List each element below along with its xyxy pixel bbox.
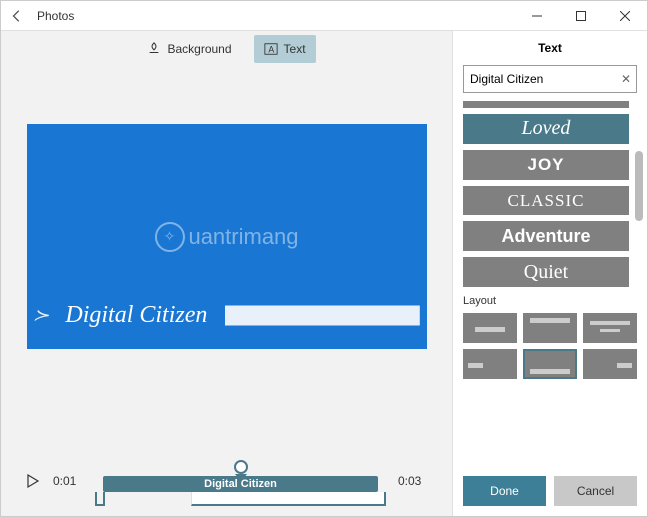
time-start: 0:01 [53, 474, 83, 488]
play-button[interactable] [25, 473, 41, 489]
video-preview[interactable]: ✧uantrimang ≻ Digital Citizen ≻ [27, 124, 427, 349]
background-icon [147, 42, 161, 56]
style-option-classic[interactable]: CLASSIC [463, 186, 629, 216]
titlebar: Photos [1, 1, 647, 31]
svg-text:A: A [268, 45, 274, 55]
clear-input-icon[interactable]: ✕ [621, 72, 631, 86]
panel-title: Text [453, 31, 647, 65]
playhead[interactable] [234, 460, 248, 474]
cancel-button[interactable]: Cancel [554, 476, 637, 506]
time-end: 0:03 [398, 474, 428, 488]
text-input[interactable] [463, 65, 637, 93]
watermark: ✧uantrimang [154, 222, 298, 252]
layout-option-bottom[interactable] [523, 349, 577, 379]
styles-scrollbar[interactable] [635, 111, 643, 287]
layout-label: Layout [463, 295, 637, 307]
timeline: 0:01 Digital Citizen 0:03 [1, 446, 452, 516]
text-icon: A [264, 42, 278, 56]
back-button[interactable] [1, 1, 33, 31]
layout-section: Layout [453, 287, 647, 379]
style-option-loved[interactable]: Loved [463, 114, 629, 144]
close-button[interactable] [603, 1, 647, 31]
maximize-button[interactable] [559, 1, 603, 31]
timeline-track[interactable]: Digital Citizen [95, 466, 386, 496]
trim-handle-left[interactable] [95, 492, 105, 506]
app-title: Photos [33, 9, 74, 23]
trim-handle-right[interactable] [191, 492, 386, 506]
layout-option-title[interactable] [583, 313, 637, 343]
style-option-joy[interactable]: JOY [463, 150, 629, 180]
minimize-button[interactable] [515, 1, 559, 31]
style-option-adventure[interactable]: Adventure [463, 221, 629, 251]
layout-option-center[interactable] [463, 313, 517, 343]
style-option-quiet[interactable]: Quiet [463, 257, 629, 287]
layout-option-right[interactable] [583, 349, 637, 379]
ornament-right-icon: ≻ [225, 306, 420, 326]
layout-option-left[interactable] [463, 349, 517, 379]
done-button[interactable]: Done [463, 476, 546, 506]
tab-text[interactable]: A Text [254, 35, 316, 63]
tab-background[interactable]: Background [137, 35, 241, 63]
tab-text-label: Text [284, 42, 306, 56]
editor-tabs: Background A Text [1, 31, 452, 67]
layout-option-top[interactable] [523, 313, 577, 343]
editor-area: Background A Text ✧uantrimang ≻ Digital … [1, 31, 452, 516]
style-option[interactable] [463, 101, 629, 108]
text-panel: Text ✕ Loved JOY CLASSIC Adventure Quiet… [452, 31, 647, 516]
ornament-left-icon: ≻ [33, 306, 48, 326]
tab-background-label: Background [167, 42, 231, 56]
style-list[interactable]: Loved JOY CLASSIC Adventure Quiet [453, 101, 647, 287]
preview-text-overlay: ≻ Digital Citizen ≻ [27, 302, 427, 329]
